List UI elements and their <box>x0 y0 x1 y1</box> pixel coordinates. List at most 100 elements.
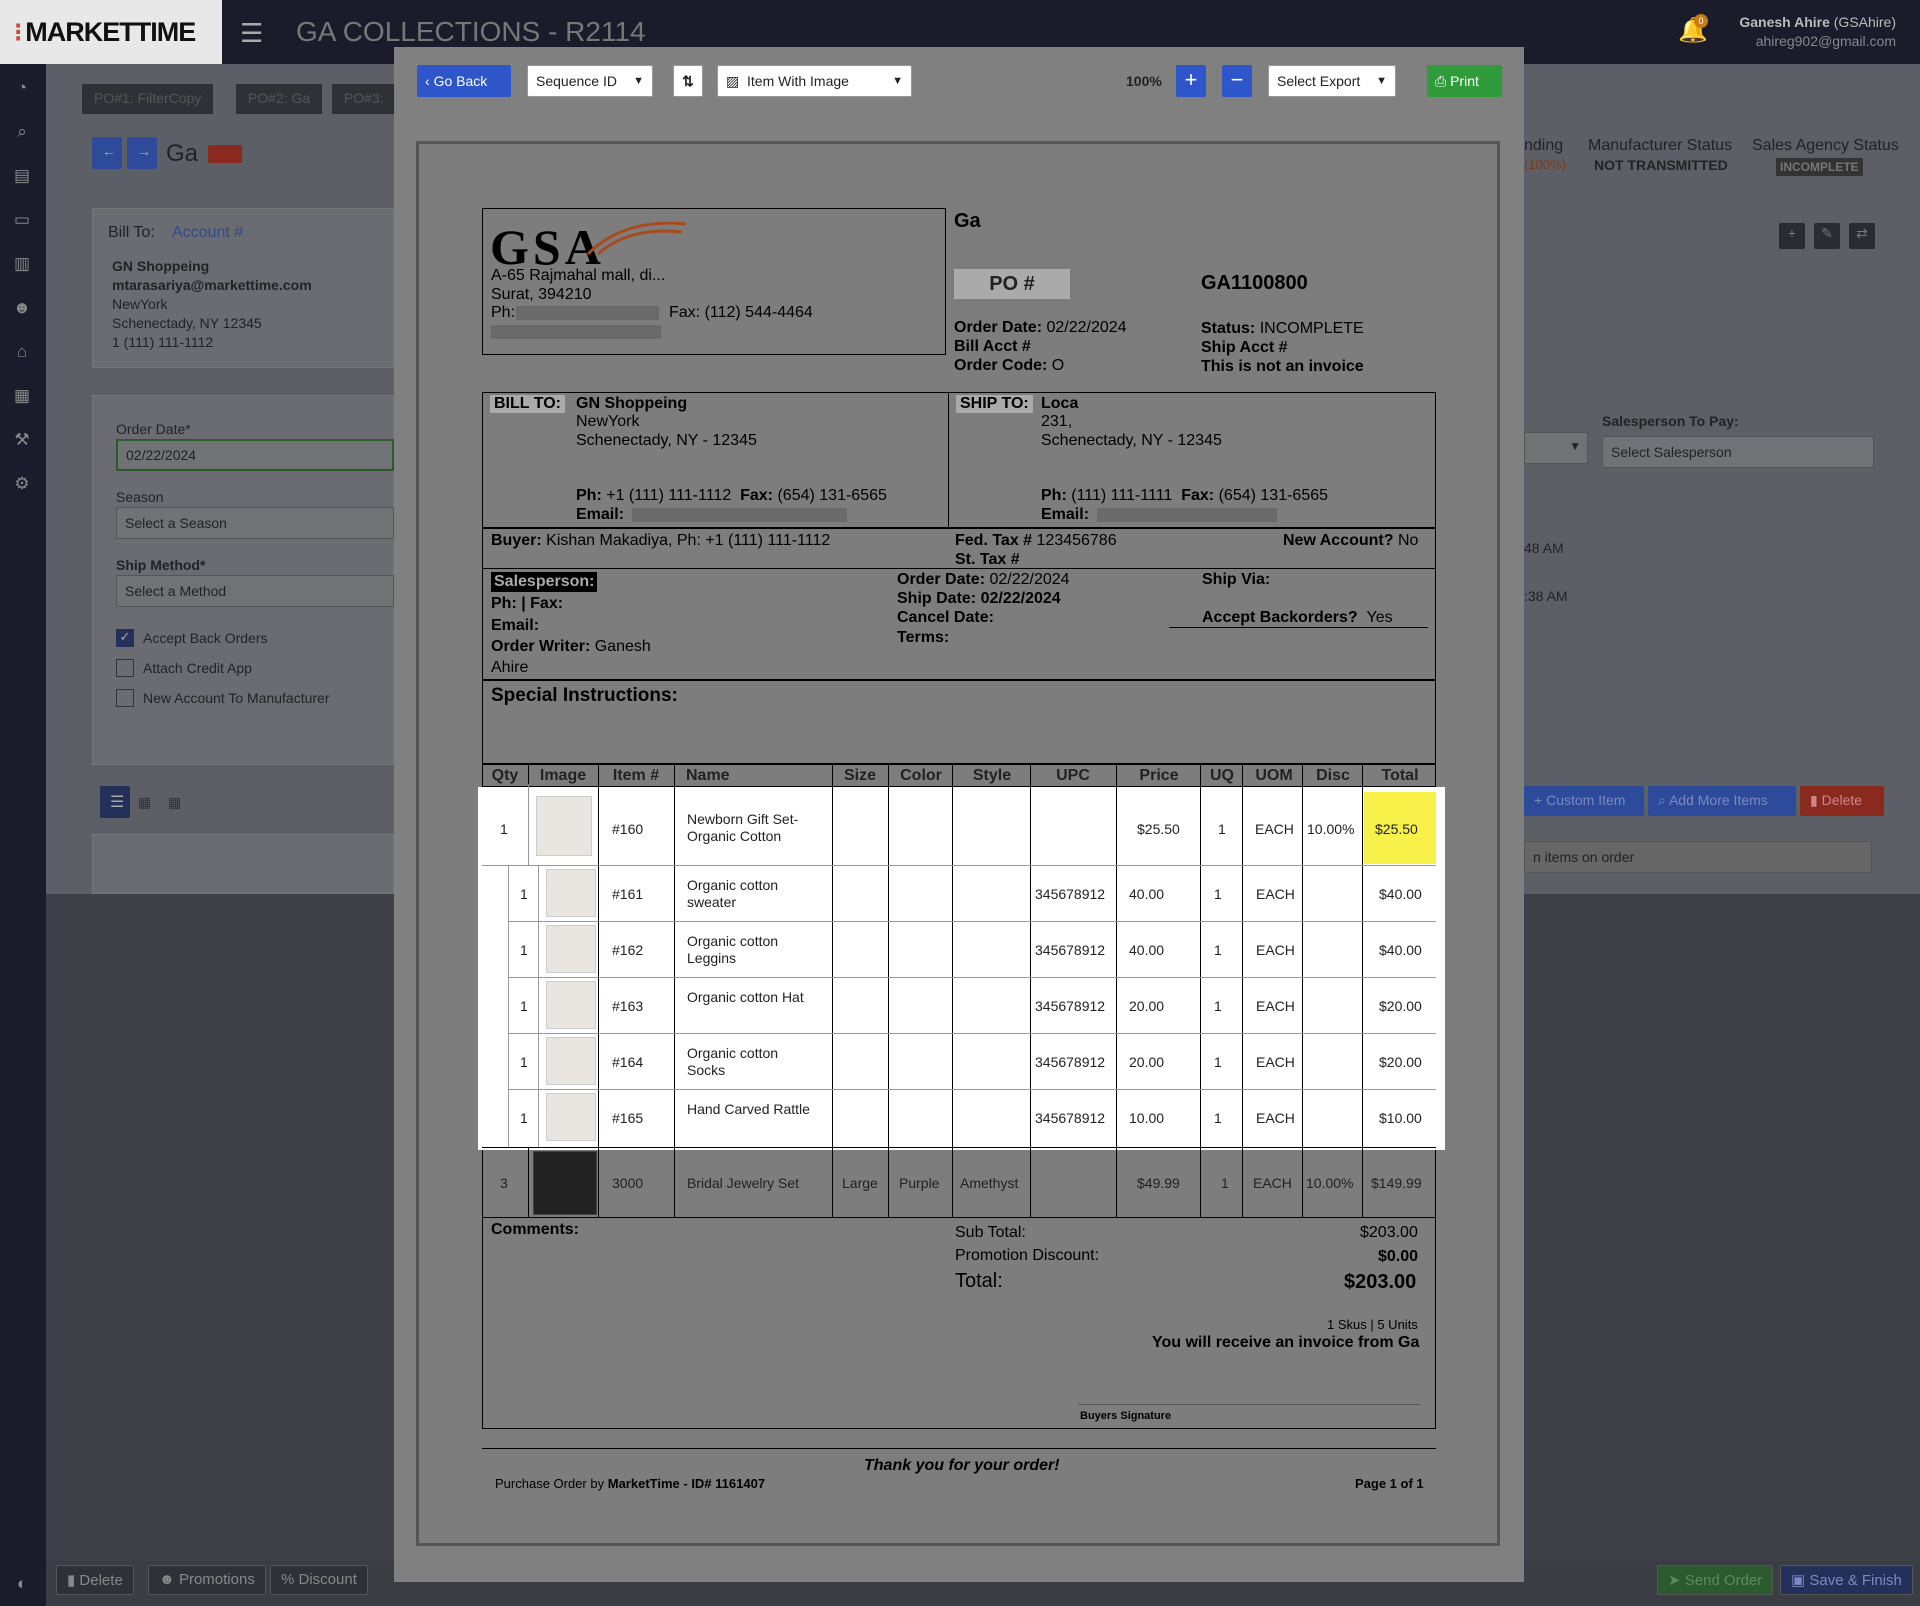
list-view-icon[interactable]: ☰ <box>100 786 130 818</box>
ship-to-label: SHIP TO: <box>956 395 1033 413</box>
subtotal-value: $203.00 <box>1360 1224 1418 1241</box>
row3-total: $20.00 <box>1379 998 1422 1014</box>
app-logo[interactable]: ⁝ MARKETTIME <box>0 0 222 64</box>
ship-method-select[interactable]: Select a Method <box>116 575 394 607</box>
accept-back-orders-checkbox[interactable]: ✓ <box>116 629 134 647</box>
export-select[interactable]: Select Export ▼ <box>1268 65 1396 97</box>
background-select[interactable]: ▼ <box>1524 432 1588 464</box>
view-mode-select[interactable]: ▨ Item With Image ▼ <box>717 65 912 97</box>
bank-icon[interactable]: ⌂ <box>10 342 34 366</box>
total-label: Total: <box>955 1270 1003 1292</box>
row6-qty: 3 <box>500 1175 508 1191</box>
new-account-checkbox[interactable] <box>116 689 134 707</box>
user-menu[interactable]: Ganesh Ahire (GSAhire) ahireg902@gmail.c… <box>1739 13 1896 51</box>
product-image[interactable] <box>546 925 596 973</box>
col-total: Total <box>1381 767 1419 784</box>
zoom-in-button[interactable]: + <box>1176 65 1206 97</box>
go-back-button[interactable]: ‹ Go Back <box>417 65 511 97</box>
custom-item-button[interactable]: + Custom Item <box>1524 786 1644 816</box>
attach-credit-checkbox[interactable] <box>116 659 134 677</box>
sort-icon[interactable]: ⇅ <box>673 65 703 97</box>
row1-uom: EACH <box>1256 886 1295 902</box>
promo-label: Promotion Discount: <box>955 1247 1100 1264</box>
col-size: Size <box>843 767 876 784</box>
buyer-info: Kishan Makadiya, Ph: +1 (111) 111-1112 <box>546 532 831 549</box>
wrench-icon[interactable]: ⚒ <box>10 430 34 454</box>
chevron-down-icon: ▼ <box>892 75 903 87</box>
accept-back-orders-label: Accept Back Orders <box>143 630 268 646</box>
row1-name2: sweater <box>687 894 737 910</box>
product-image[interactable] <box>546 1037 596 1085</box>
row2-price: 40.00 <box>1129 942 1165 958</box>
settings-icon[interactable]: ⚙ <box>10 474 34 498</box>
new-account-value: No <box>1397 532 1419 549</box>
selected-item-group[interactable] <box>478 787 1445 1150</box>
company-name: Ga <box>166 140 199 167</box>
row2-name2: Leggins <box>687 950 737 966</box>
order-date-input[interactable]: 02/22/2024 <box>116 439 394 471</box>
document-icon[interactable]: ▤ <box>10 166 34 190</box>
account-link[interactable]: Account # <box>172 224 243 242</box>
add-icon[interactable]: + <box>1779 223 1805 249</box>
id-card-icon[interactable]: ▭ <box>10 210 34 234</box>
delete-order-button[interactable]: ▮ Delete <box>56 1565 134 1595</box>
timestamp-1: 48 AM <box>1524 540 1564 556</box>
product-image[interactable] <box>546 869 596 917</box>
promotions-button[interactable]: ☻ Promotions <box>148 1565 266 1595</box>
search-icon[interactable]: ⌕ <box>10 122 34 146</box>
toggle-icon[interactable]: ◐ <box>10 1574 34 1598</box>
row0-name1: Newborn Gift Set- <box>687 811 799 827</box>
company-phone-label: Ph: <box>491 304 516 321</box>
dashboard-icon[interactable]: ◔ <box>10 78 34 102</box>
tile-view-icon[interactable]: ▦ <box>168 794 181 811</box>
product-image[interactable] <box>546 1093 596 1141</box>
add-more-items-button[interactable]: ⌕ Add More Items <box>1648 786 1796 816</box>
row4-uom: EACH <box>1256 1054 1295 1070</box>
fed-tax: 123456786 <box>1036 532 1117 549</box>
bill-to-label: Bill To: <box>108 224 155 241</box>
zoom-out-button[interactable]: − <box>1222 65 1252 97</box>
tab-po3[interactable]: PO#3: <box>332 84 394 114</box>
row0-uom: EACH <box>1255 821 1294 837</box>
new-account-label: New Account To Manufacturer <box>143 690 330 706</box>
discount-button[interactable]: % Discount <box>270 1565 368 1595</box>
user-handle: (GSAhire) <box>1833 14 1896 30</box>
save-finish-button[interactable]: ▣ Save & Finish <box>1780 1565 1913 1595</box>
row6-total: $149.99 <box>1371 1175 1422 1191</box>
row6-price: $49.99 <box>1137 1175 1180 1191</box>
salesperson-select[interactable]: Select Salesperson <box>1602 436 1874 468</box>
row6-color: Purple <box>899 1175 940 1191</box>
blurred-bill-email <box>632 508 847 522</box>
col-style: Style <box>972 767 1012 784</box>
row0-name2: Organic Cotton <box>687 828 782 844</box>
product-image[interactable] <box>533 1151 597 1215</box>
row6-uom: EACH <box>1253 1175 1292 1191</box>
bill-to-name: GN Shoppeing <box>576 395 688 412</box>
next-arrow-icon[interactable]: → <box>127 137 157 169</box>
prev-arrow-icon[interactable]: ← <box>92 137 122 169</box>
grid-view-icon[interactable]: ▦ <box>138 794 151 811</box>
print-button[interactable]: ⎙ Print <box>1427 65 1502 97</box>
send-order-button[interactable]: ➤ Send Order <box>1657 1565 1774 1595</box>
product-image[interactable] <box>546 981 596 1029</box>
product-image[interactable] <box>536 796 592 856</box>
bill-name: GN Shoppeing <box>112 258 210 274</box>
building-icon[interactable]: ▥ <box>10 254 34 278</box>
tab-po1[interactable]: PO#1: FilterCopy <box>82 84 214 114</box>
terms-label: Terms: <box>897 629 950 646</box>
items-search-input[interactable]: n items on order <box>1524 841 1872 873</box>
delete-button[interactable]: ▮ Delete <box>1800 786 1884 816</box>
edit-icon[interactable]: ✎ <box>1814 223 1840 249</box>
logo-swoosh-icon <box>586 221 687 256</box>
chart-icon[interactable]: ▦ <box>10 386 34 410</box>
thank-you-note: Thank you for your order! <box>864 1457 1060 1474</box>
tab-po2[interactable]: PO#2: Ga <box>236 84 323 114</box>
season-select[interactable]: Select a Season <box>116 507 394 539</box>
swap-icon[interactable]: ⇄ <box>1849 223 1875 249</box>
page-title: GA COLLECTIONS - R2114 <box>296 16 646 47</box>
users-icon[interactable]: ☻ <box>10 298 34 322</box>
manufacturer-status-value: NOT TRANSMITTED <box>1594 157 1728 173</box>
row1-qty: 1 <box>520 886 528 902</box>
menu-icon[interactable]: ☰ <box>240 18 263 49</box>
sequence-select[interactable]: Sequence ID ▼ <box>527 65 653 97</box>
